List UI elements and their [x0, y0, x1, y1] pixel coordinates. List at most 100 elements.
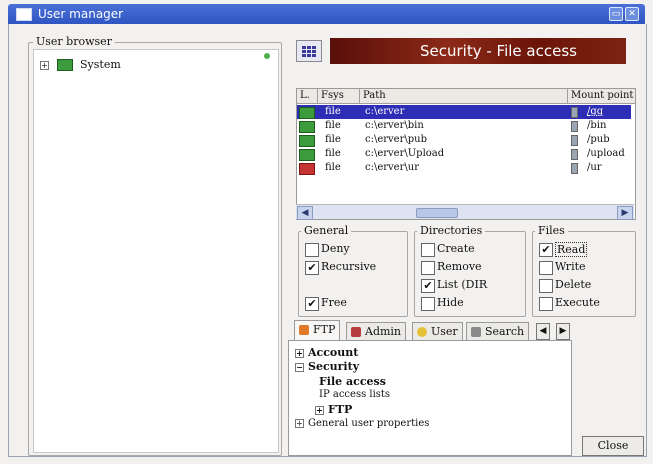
- close-button[interactable]: Close: [582, 436, 644, 456]
- tab-scroll-right-icon[interactable]: ▶: [556, 323, 570, 340]
- path-cell: c:\erver\pub: [365, 134, 427, 145]
- path-cell: c:\erver\ur: [365, 162, 419, 173]
- mount-icon: [571, 149, 578, 160]
- drive-icon: [299, 149, 315, 161]
- remove-label: Remove: [437, 260, 482, 273]
- user-browser-tree[interactable]: + System: [33, 49, 279, 453]
- fsys-cell: file: [325, 106, 341, 117]
- general-group: General Deny ✔ Recursive ✔ Free: [298, 224, 408, 317]
- deny-checkbox[interactable]: [305, 243, 319, 257]
- write-label: Write: [555, 260, 586, 273]
- column-header-mount[interactable]: Mount point: [568, 89, 635, 104]
- nav-item-label: FTP: [328, 403, 353, 416]
- column-header-fsys[interactable]: Fsys: [318, 89, 360, 104]
- table-horizontal-scrollbar[interactable]: ◀ ▶: [296, 204, 634, 220]
- list-dir-checkbox[interactable]: ✔: [421, 279, 435, 293]
- nav-tree[interactable]: + Account − Security File access IP access…: [288, 340, 572, 456]
- collapse-icon[interactable]: −: [295, 362, 304, 372]
- user-browser-group: User browser + System: [28, 35, 282, 456]
- table-row[interactable]: file c:\erver\Upload/upload: [297, 147, 631, 161]
- drive-icon: [299, 135, 315, 147]
- execute-checkbox[interactable]: [539, 297, 553, 311]
- expand-icon[interactable]: +: [315, 405, 324, 415]
- remove-checkbox[interactable]: [421, 261, 435, 275]
- tab-admin-label: Admin: [365, 325, 402, 338]
- ftp-icon: [299, 325, 309, 335]
- computer-icon: [56, 59, 73, 71]
- table-row[interactable]: file c:\erver\pub/pub: [297, 133, 631, 147]
- tab-scroll-left-icon[interactable]: ◀: [536, 323, 550, 340]
- tab-search[interactable]: Search: [466, 322, 530, 341]
- execute-label: Execute: [555, 296, 600, 309]
- file-access-table[interactable]: L. Fsys Path Mount point file c:\erver/gg…: [296, 88, 636, 220]
- list-dir-label: List (DIR: [437, 278, 488, 291]
- window-title-bar: User manager ▭ ✕: [8, 4, 645, 24]
- nav-item-label: Account: [308, 346, 359, 359]
- mount-cell: /bin: [587, 120, 607, 131]
- nav-item-ip-access[interactable]: IP access lists: [319, 389, 390, 403]
- status-dot-icon: [264, 53, 270, 59]
- table-row[interactable]: file c:\erver\bin/bin: [297, 119, 631, 133]
- column-header-l[interactable]: L.: [297, 89, 318, 104]
- user-browser-legend: User browser: [33, 35, 115, 48]
- search-icon: [471, 327, 481, 337]
- path-cell: c:\erver: [365, 106, 405, 117]
- user-icon: [417, 327, 427, 337]
- nav-item-account[interactable]: + Account: [295, 346, 358, 360]
- nav-item-security[interactable]: − Security: [295, 360, 359, 374]
- mount-cell: /ur: [587, 162, 602, 173]
- delete-checkbox[interactable]: [539, 279, 553, 293]
- fsys-cell: file: [325, 148, 341, 159]
- nav-item-label: File access: [319, 375, 386, 388]
- tab-ftp[interactable]: FTP: [294, 320, 341, 341]
- create-checkbox[interactable]: [421, 243, 435, 257]
- nav-item-label: IP access lists: [319, 389, 391, 400]
- general-legend: General: [301, 224, 352, 237]
- mount-cell: /gg: [587, 106, 604, 117]
- section-banner: Security - File access: [330, 38, 626, 64]
- read-label: Read: [555, 242, 588, 257]
- files-legend: Files: [535, 224, 568, 237]
- nav-item-ftp[interactable]: + FTP: [315, 403, 352, 417]
- drive-icon: [299, 121, 315, 133]
- scroll-left-icon[interactable]: ◀: [297, 206, 313, 220]
- tree-item-label: System: [80, 58, 121, 71]
- mount-cell: /pub: [587, 134, 610, 145]
- read-checkbox[interactable]: ✔: [539, 243, 553, 257]
- grid-view-button[interactable]: [296, 40, 322, 62]
- mount-cell: /upload: [587, 148, 625, 159]
- table-row[interactable]: file c:\erver\ur/ur: [297, 161, 631, 175]
- tree-item-system[interactable]: + System: [40, 58, 121, 72]
- hide-checkbox[interactable]: [421, 297, 435, 311]
- free-label: Free: [321, 296, 347, 309]
- nav-item-label: General user properties: [308, 418, 430, 429]
- mount-icon: [571, 107, 578, 118]
- hide-label: Hide: [437, 296, 464, 309]
- scroll-thumb[interactable]: [416, 208, 458, 218]
- mount-icon: [571, 163, 578, 174]
- expand-icon[interactable]: +: [295, 348, 304, 358]
- expand-icon[interactable]: +: [295, 419, 304, 428]
- tab-admin[interactable]: Admin: [346, 322, 407, 341]
- scroll-right-icon[interactable]: ▶: [617, 206, 633, 220]
- tab-search-label: Search: [485, 325, 525, 338]
- table-row[interactable]: file c:\erver/gg: [297, 105, 631, 119]
- app-window-icon: [16, 8, 32, 21]
- column-header-path[interactable]: Path: [360, 89, 568, 104]
- tab-user[interactable]: User: [412, 322, 463, 341]
- delete-label: Delete: [555, 278, 592, 291]
- minimize-icon[interactable]: ▭: [609, 7, 623, 21]
- fsys-cell: file: [325, 134, 341, 145]
- path-cell: c:\erver\bin: [365, 120, 424, 131]
- mount-icon: [571, 121, 578, 132]
- tab-user-label: User: [431, 325, 458, 338]
- grid-icon: [302, 46, 316, 57]
- recursive-checkbox[interactable]: ✔: [305, 261, 319, 275]
- nav-item-file-access[interactable]: File access: [319, 375, 386, 389]
- free-checkbox[interactable]: ✔: [305, 297, 319, 311]
- expand-icon[interactable]: +: [40, 60, 49, 70]
- close-window-icon[interactable]: ✕: [625, 7, 639, 21]
- drive-icon: [299, 107, 315, 119]
- nav-item-general-props[interactable]: + General user properties: [295, 418, 429, 432]
- write-checkbox[interactable]: [539, 261, 553, 275]
